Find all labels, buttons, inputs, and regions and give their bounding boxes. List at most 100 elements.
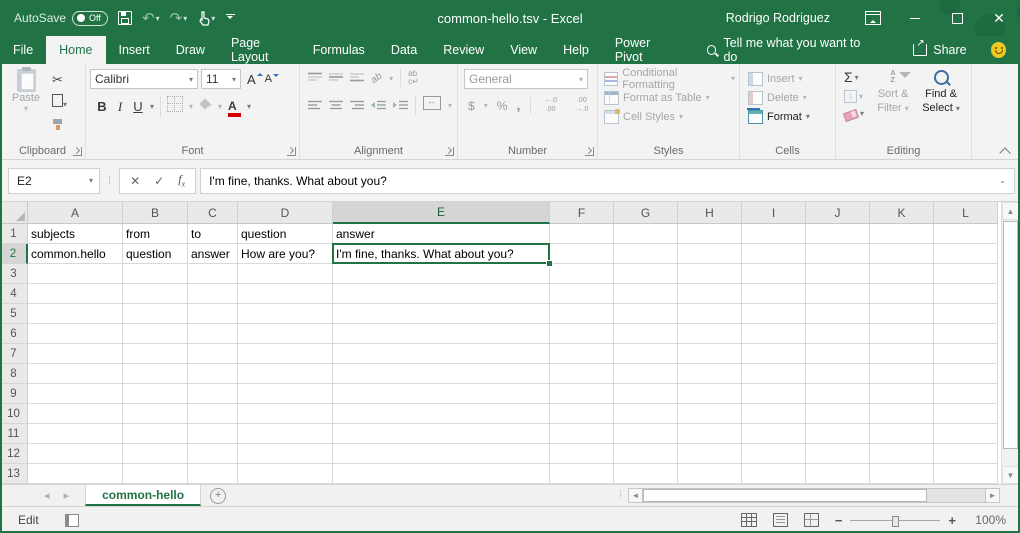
touch-mode-button[interactable]: ▾ [197,11,215,26]
cell-F9[interactable] [550,384,614,404]
font-name-combobox[interactable]: Calibri▾ [90,69,198,89]
row-header-8[interactable]: 8 [0,364,28,384]
cell-L2[interactable] [934,244,998,264]
cell-B8[interactable] [123,364,188,384]
fill-button[interactable]: ↓▾ [844,90,864,103]
cell-C7[interactable] [188,344,238,364]
confirm-entry-button[interactable]: ✓ [154,174,164,188]
cell-E12[interactable] [333,444,550,464]
delete-cells-dropdown-icon[interactable]: ▾ [803,93,807,102]
cell-D3[interactable] [238,264,333,284]
tab-power-pivot[interactable]: Power Pivot [602,36,681,64]
zoom-slider-track[interactable] [850,520,940,521]
redo-button[interactable]: ↷▾ [170,9,188,27]
scroll-up-icon[interactable]: ▲ [1002,202,1019,220]
cancel-entry-button[interactable]: ✕ [130,174,140,188]
cell-styles-button[interactable]: Cell Styles ▾ [602,107,735,126]
cell-B1[interactable]: from [123,224,188,244]
row-header-4[interactable]: 4 [0,284,28,304]
cell-F2[interactable] [550,244,614,264]
fill-handle[interactable] [546,260,553,267]
page-layout-view-button[interactable] [773,513,788,527]
cell-G11[interactable] [614,424,678,444]
new-sheet-button[interactable]: + [201,485,235,506]
italic-button[interactable]: I [114,99,126,115]
delete-cells-button[interactable]: Delete ▾ [744,88,831,107]
horizontal-scrollbar[interactable]: ◄ ► [628,485,1000,506]
cell-J3[interactable] [806,264,870,284]
conditional-formatting-dropdown-icon[interactable]: ▾ [731,74,735,83]
cell-K5[interactable] [870,304,934,324]
cell-A2[interactable]: common.hello [28,244,123,264]
cell-C5[interactable] [188,304,238,324]
name-box-dropdown-icon[interactable]: ▾ [89,176,93,185]
clear-button[interactable]: ▾ [844,109,864,118]
column-header-D[interactable]: D [238,202,333,224]
cell-E2[interactable]: I'm fine, thanks. What about you? [333,244,550,264]
cell-D4[interactable] [238,284,333,304]
cell-B4[interactable] [123,284,188,304]
horizontal-scroll-thumb[interactable] [643,489,927,502]
feedback-smiley-icon[interactable] [991,42,1006,58]
cell-G7[interactable] [614,344,678,364]
cell-L9[interactable] [934,384,998,404]
currency-button[interactable]: $ [468,99,475,113]
user-name[interactable]: Rodrigo Rodriguez [726,11,830,25]
cell-D7[interactable] [238,344,333,364]
zoom-slider-thumb[interactable] [892,516,899,527]
touch-mode-dropdown-icon[interactable]: ▾ [211,14,215,23]
middle-align-button[interactable] [329,69,343,87]
expand-formula-bar-icon[interactable]: ⌄ [999,176,1006,185]
cell-J7[interactable] [806,344,870,364]
cell-I12[interactable] [742,444,806,464]
cell-I8[interactable] [742,364,806,384]
fill-color-dropdown-icon[interactable]: ▾ [218,102,222,111]
cell-B6[interactable] [123,324,188,344]
cell-A11[interactable] [28,424,123,444]
cell-L11[interactable] [934,424,998,444]
tab-help[interactable]: Help [550,36,602,64]
save-button[interactable] [118,11,132,25]
currency-dropdown-icon[interactable]: ▾ [484,101,488,110]
undo-dropdown-icon[interactable]: ▾ [156,14,160,23]
increase-font-size-button[interactable]: A [244,72,259,87]
tab-data[interactable]: Data [378,36,430,64]
align-center-button[interactable] [329,97,343,115]
tab-page-layout[interactable]: Page Layout [218,36,300,64]
increase-indent-button[interactable] [393,97,408,115]
cell-A7[interactable] [28,344,123,364]
cell-F8[interactable] [550,364,614,384]
customize-qat-icon[interactable] [225,14,235,22]
fill-dropdown-icon[interactable]: ▾ [859,92,863,101]
top-align-button[interactable] [308,69,322,87]
cell-B9[interactable] [123,384,188,404]
cell-B10[interactable] [123,404,188,424]
cell-D13[interactable] [238,464,333,484]
cell-G4[interactable] [614,284,678,304]
cell-L4[interactable] [934,284,998,304]
cell-E3[interactable] [333,264,550,284]
cell-I2[interactable] [742,244,806,264]
row-header-1[interactable]: 1 [0,224,28,244]
cell-K3[interactable] [870,264,934,284]
format-painter-button[interactable] [52,117,67,135]
cell-C12[interactable] [188,444,238,464]
format-as-table-dropdown-icon[interactable]: ▾ [706,93,710,102]
cell-C8[interactable] [188,364,238,384]
scroll-left-icon[interactable]: ◄ [628,488,643,503]
cell-C2[interactable]: answer [188,244,238,264]
decrease-font-size-button[interactable]: A [262,73,275,85]
cell-E4[interactable] [333,284,550,304]
merge-center-dropdown-icon[interactable]: ▾ [448,101,452,110]
cell-D12[interactable] [238,444,333,464]
autosave-toggle[interactable]: AutoSave Off [14,11,108,26]
cell-L6[interactable] [934,324,998,344]
borders-dropdown-icon[interactable]: ▾ [189,102,193,111]
cell-H13[interactable] [678,464,742,484]
cell-A6[interactable] [28,324,123,344]
cell-L5[interactable] [934,304,998,324]
column-header-C[interactable]: C [188,202,238,224]
scroll-right-icon[interactable]: ► [985,488,1000,503]
row-header-6[interactable]: 6 [0,324,28,344]
clipboard-dialog-launcher-icon[interactable] [73,147,82,156]
